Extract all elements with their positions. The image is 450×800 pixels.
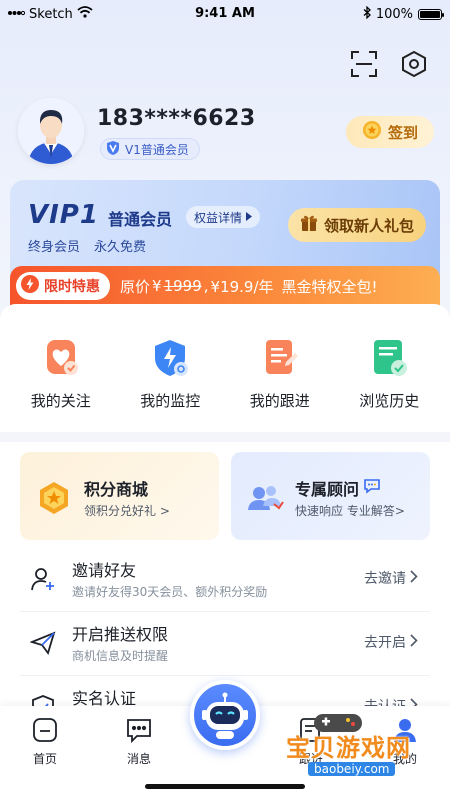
quick-monitor-label: 我的监控	[140, 392, 201, 410]
history-icon	[369, 338, 409, 378]
quick-actions: 我的关注 我的监控 我的跟进 浏览历史	[0, 338, 450, 411]
status-bar: Sketch 9:41 AM 100%	[0, 0, 450, 28]
advisor-card[interactable]: 专属顾问 快速响应 专业解答>	[231, 452, 430, 540]
push-subtitle: 商机信息及时提醒	[72, 649, 169, 663]
avatar[interactable]	[18, 98, 84, 164]
gift-icon	[300, 214, 318, 236]
message-icon	[125, 716, 153, 744]
promo-price: ¥19.9/年	[210, 277, 274, 296]
advisor-title: 专属顾问	[295, 476, 381, 500]
watermark-text: 宝贝游戏网	[286, 734, 411, 762]
quick-history-label: 浏览历史	[359, 392, 420, 410]
chat-bubble-icon	[363, 478, 381, 498]
points-mall-card[interactable]: 积分商城 领积分兑好礼 >	[20, 452, 219, 540]
checkin-label: 签到	[387, 123, 418, 142]
document-followup-icon	[260, 338, 300, 378]
home-icon	[31, 716, 59, 744]
robot-assistant-button[interactable]	[190, 680, 260, 750]
vip-benefits: 终身会员 永久免费	[28, 236, 146, 255]
checkin-button[interactable]: 签到	[346, 116, 434, 148]
newbie-gift-button[interactable]: 领取新人礼包	[287, 208, 426, 242]
vip-benefit-free: 永久免费	[94, 240, 147, 255]
tab-home[interactable]: 首页	[10, 716, 80, 767]
tab-message[interactable]: 消息	[104, 716, 174, 767]
member-level-badge[interactable]: V1普通会员	[100, 138, 200, 160]
section-divider	[0, 432, 450, 442]
promo-original-price: 1999	[163, 277, 202, 295]
promo-currency: ¥	[152, 277, 162, 295]
invite-subtitle: 邀请好友得30天会员、额外积分奖励	[72, 585, 268, 599]
promo-banner[interactable]: 限时特惠 原价 ¥ 1999 , ¥19.9/年 黑金特权全包!	[10, 266, 440, 306]
star-coin-icon	[362, 120, 382, 144]
scan-icon[interactable]	[348, 48, 380, 80]
feature-cards: 积分商城 领积分兑好礼 > 专属顾问 快速响应 专业解答>	[20, 452, 430, 540]
settings-icon[interactable]	[398, 48, 430, 80]
vip-logo: VIP1	[28, 200, 99, 230]
quick-followup-label: 我的跟进	[249, 392, 310, 410]
rights-detail-label: 权益详情	[194, 210, 243, 225]
advisor-title-text: 专属顾问	[295, 480, 360, 499]
points-coin-icon	[34, 478, 74, 518]
vip-benefit-lifetime: 终身会员	[28, 240, 81, 255]
newbie-gift-label: 领取新人礼包	[323, 216, 414, 235]
promo-price-text: 原价 ¥ 1999 , ¥19.9/年 黑金特权全包!	[120, 276, 378, 297]
advisor-icon	[245, 478, 285, 518]
lightning-icon	[20, 274, 40, 298]
invite-action-label: 去邀请	[364, 571, 406, 587]
home-indicator	[145, 784, 305, 789]
shield-monitor-icon	[150, 338, 190, 378]
list-item-push[interactable]: 开启推送权限 商机信息及时提醒 去开启	[20, 612, 430, 676]
quick-history[interactable]: 浏览历史	[339, 338, 439, 411]
push-action-label: 去开启	[364, 635, 406, 651]
promo-prefix: 原价	[120, 277, 151, 296]
list-item-invite[interactable]: 邀请好友 邀请好友得30天会员、额外积分奖励 去邀请	[20, 548, 430, 612]
rights-detail-button[interactable]: 权益详情	[186, 206, 261, 228]
heart-follow-icon	[41, 338, 81, 378]
phone-number: 183****6623	[97, 106, 256, 131]
quick-monitor[interactable]: 我的监控	[120, 338, 220, 411]
add-user-icon	[30, 566, 56, 592]
points-mall-title: 积分商城	[84, 480, 149, 499]
promo-separator: ,	[203, 277, 209, 295]
points-mall-subtitle: 领积分兑好礼 >	[84, 504, 170, 518]
invite-action[interactable]: 去邀请	[364, 568, 418, 588]
robot-icon	[202, 692, 248, 739]
v-shield-icon	[105, 140, 121, 159]
battery-percent: 100%	[375, 7, 413, 22]
triangle-right-icon	[245, 210, 253, 224]
tab-message-label: 消息	[126, 752, 151, 766]
invite-title: 邀请好友	[72, 561, 137, 580]
vip-level: 普通会员	[108, 210, 173, 229]
watermark-url: baobeiy.com	[308, 762, 396, 776]
quick-follow-label: 我的关注	[30, 392, 91, 410]
quick-follow[interactable]: 我的关注	[11, 338, 111, 411]
bluetooth-icon	[363, 5, 371, 23]
advisor-subtitle: 快速响应 专业解答>	[295, 504, 405, 518]
member-level-label: V1普通会员	[125, 142, 189, 157]
watermark-logo: 宝贝游戏网 baobeiy.com	[268, 708, 438, 784]
quick-followup[interactable]: 我的跟进	[230, 338, 330, 411]
push-action[interactable]: 去开启	[364, 632, 418, 652]
promo-tail: 黑金特权全包!	[281, 277, 378, 296]
push-title: 开启推送权限	[72, 625, 169, 644]
chevron-right-icon	[410, 569, 418, 587]
limited-offer-label: 限时特惠	[44, 279, 100, 295]
battery-icon	[418, 9, 444, 20]
status-right: 100%	[363, 5, 444, 23]
paper-plane-icon	[29, 630, 56, 656]
limited-offer-tag: 限时特惠	[16, 272, 110, 300]
chevron-right-icon	[410, 633, 418, 651]
vip-card[interactable]: VIP1 普通会员 权益详情 终身会员 永久免费 领取新人礼包	[10, 180, 440, 276]
tab-home-label: 首页	[32, 752, 57, 766]
